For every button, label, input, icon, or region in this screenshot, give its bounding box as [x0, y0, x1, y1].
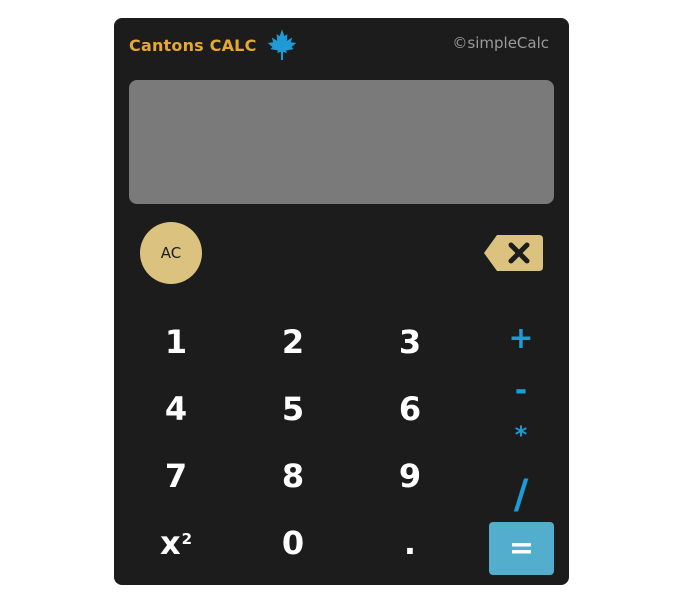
subtract-button[interactable]: -	[496, 370, 546, 410]
key-5[interactable]: 5	[258, 384, 328, 434]
multiply-button[interactable]: *	[496, 418, 546, 452]
equals-button[interactable]: =	[489, 522, 554, 575]
backspace-icon	[484, 235, 543, 271]
key-9[interactable]: 9	[375, 451, 445, 501]
square-exponent: 2	[181, 530, 193, 548]
key-8[interactable]: 8	[258, 451, 328, 501]
key-0[interactable]: 0	[258, 518, 328, 568]
key-4[interactable]: 4	[141, 384, 211, 434]
add-button[interactable]: +	[496, 318, 546, 358]
square-base: x	[159, 524, 181, 562]
maple-leaf-icon	[267, 29, 296, 60]
key-3[interactable]: 3	[375, 317, 445, 367]
clear-button[interactable]: AC	[140, 222, 202, 284]
calculator: Cantons CALC ©simpleCalc AC 1 2 3 4 5 6 …	[114, 18, 569, 585]
copyright-text: ©simpleCalc	[452, 34, 549, 52]
key-7[interactable]: 7	[141, 451, 211, 501]
display-screen	[129, 80, 554, 204]
key-1[interactable]: 1	[141, 317, 211, 367]
key-2[interactable]: 2	[258, 317, 328, 367]
backspace-button[interactable]	[483, 233, 545, 273]
app-title: Cantons CALC	[129, 35, 257, 55]
decimal-button[interactable]: .	[375, 518, 445, 568]
square-button[interactable]: x2	[141, 518, 211, 568]
divide-button[interactable]: /	[496, 470, 546, 520]
brand: Cantons CALC	[129, 29, 299, 60]
key-6[interactable]: 6	[375, 384, 445, 434]
